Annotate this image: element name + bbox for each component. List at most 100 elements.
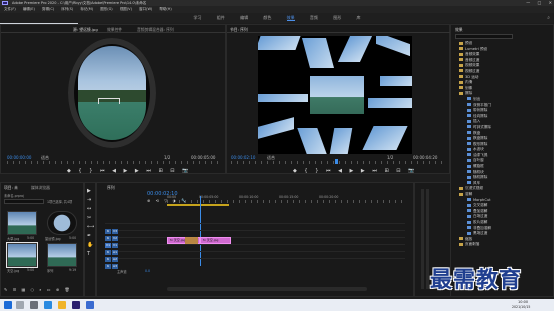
source-time-ruler[interactable] bbox=[7, 161, 221, 164]
effects-item-label: MorphCut bbox=[473, 197, 491, 202]
effects-item-label: 白场过渡 bbox=[473, 214, 488, 219]
timeline-scrollbar[interactable] bbox=[167, 287, 367, 291]
menu-edit[interactable]: 编辑(E) bbox=[23, 7, 35, 11]
master-volume-value[interactable]: 0.0 bbox=[145, 269, 150, 273]
project-search-input[interactable] bbox=[4, 199, 44, 204]
word-icon[interactable] bbox=[86, 301, 94, 309]
close-button[interactable]: ✕ bbox=[549, 0, 552, 5]
menu-graphics[interactable]: 图形(G) bbox=[100, 7, 112, 11]
workspace-audio[interactable]: 音频 bbox=[310, 15, 318, 20]
effects-item-label: 音频效果 bbox=[465, 52, 480, 57]
tab-divider bbox=[227, 32, 451, 33]
workspace-color[interactable]: 颜色 bbox=[263, 15, 271, 20]
workspace-editing[interactable]: 编辑 bbox=[240, 15, 248, 20]
effects-item-label: 百叶窗 bbox=[473, 158, 484, 163]
folder-icon bbox=[459, 80, 463, 84]
program-timecode-current[interactable]: 00:00:02:10 bbox=[231, 155, 255, 160]
effects-item-label: 交叉溶解 bbox=[473, 203, 488, 208]
program-playhead[interactable] bbox=[335, 159, 338, 164]
menu-marker[interactable]: 标记(M) bbox=[80, 7, 93, 11]
menu-clip[interactable]: 剪辑(C) bbox=[42, 7, 54, 11]
effect-icon bbox=[467, 119, 471, 123]
project-item-thumbnail[interactable] bbox=[47, 211, 77, 235]
folder-icon bbox=[459, 63, 463, 67]
effects-item-label: 缩放 bbox=[465, 236, 473, 241]
tools-panel: ▶ ⇥ ↔ ✂ ⟷ ✒ ✋ T bbox=[84, 182, 96, 297]
menu-view[interactable]: 视图(V) bbox=[120, 7, 132, 11]
effect-icon bbox=[467, 164, 471, 168]
task-view-icon[interactable] bbox=[30, 301, 38, 309]
search-icon[interactable] bbox=[16, 301, 24, 309]
transition-marker[interactable] bbox=[185, 237, 198, 244]
search-icon[interactable]: ⌕ bbox=[547, 15, 550, 21]
effect-icon bbox=[467, 181, 471, 185]
effects-item-label: 划像 bbox=[465, 85, 473, 90]
edge-icon[interactable] bbox=[44, 301, 52, 309]
workspace-libraries[interactable]: 库 bbox=[356, 15, 360, 20]
folder-icon bbox=[459, 58, 463, 62]
project-item-name: 大草.jpg bbox=[7, 237, 20, 241]
tab-timeline-sequence[interactable]: 序列 bbox=[107, 185, 115, 191]
minimize-button[interactable]: — bbox=[526, 0, 530, 5]
effect-icon bbox=[467, 198, 471, 202]
premiere-taskbar-icon[interactable] bbox=[72, 301, 80, 309]
effects-item-label: 棋盘 bbox=[473, 130, 481, 135]
premiere-app-icon bbox=[2, 1, 8, 5]
menu-help[interactable]: 帮助(H) bbox=[159, 7, 171, 11]
windows-start-icon[interactable] bbox=[4, 301, 12, 309]
source-resolution-select[interactable]: 1/2 bbox=[164, 155, 170, 160]
effects-search-input[interactable] bbox=[455, 34, 513, 39]
track-list: 6 V3 6 V2 V1 V1 6 A1 6 A2 6 A3 bbox=[105, 217, 405, 269]
effects-item-label: 视频效果 bbox=[465, 63, 480, 68]
timeline-clip[interactable]: fx 天空.jpg bbox=[200, 237, 231, 244]
ruler-label: 00:00:10:00 bbox=[239, 195, 259, 199]
effect-icon bbox=[467, 226, 471, 230]
maximize-button[interactable]: □ bbox=[538, 0, 542, 5]
effects-item-label: 视频过渡 bbox=[465, 68, 480, 73]
tab-divider bbox=[1, 32, 227, 33]
folder-icon bbox=[459, 242, 463, 246]
source-timecode-current[interactable]: 00:00:00:00 bbox=[7, 155, 31, 160]
effect-icon bbox=[467, 158, 471, 162]
effects-item-label: 预设 bbox=[465, 41, 473, 45]
project-item-thumbnail[interactable] bbox=[47, 243, 77, 267]
workspace-assembly[interactable]: 组件 bbox=[217, 15, 225, 20]
program-transport-controls[interactable]: ◆ { } ⏮ ◀ ▶ ▶ ⏭ ⊞ ⊟ 📷 bbox=[293, 168, 417, 174]
effect-icon bbox=[467, 103, 471, 107]
effects-item-label: 非叠加溶解 bbox=[473, 225, 491, 230]
program-time-ruler[interactable] bbox=[231, 161, 445, 164]
effect-icon bbox=[467, 114, 471, 118]
tool-icons[interactable]: ▶ ⇥ ↔ ✂ ⟷ ✒ ✋ T bbox=[87, 187, 95, 259]
source-transport-controls[interactable]: ◆ { } ⏮ ◀ ▶ ▶ ⏭ ⊞ ⊟ 📷 bbox=[67, 168, 191, 174]
workspace-bar: 学习 组件 编辑 颜色 效果 音频 图形 库 bbox=[0, 13, 554, 23]
project-item-duration: 5:00 bbox=[27, 268, 35, 272]
project-panel: 项目: 未 媒体浏览器 未命名.prproj 1项已选择, 共4项 大草.jpg… bbox=[0, 182, 84, 297]
track-v1: V1 V1 bbox=[105, 231, 405, 248]
program-resolution-select[interactable]: 1/2 bbox=[387, 155, 393, 160]
effects-panel: 效果 预设 Lumetri 预设 音频效果 音频过渡 视频效果 视频过渡 3D 运动 内滑 划像… bbox=[450, 24, 554, 297]
tab-media-browser[interactable]: 媒体浏览器 bbox=[31, 185, 50, 191]
file-explorer-icon[interactable] bbox=[58, 301, 66, 309]
tab-project[interactable]: 项目: 未 bbox=[4, 185, 18, 191]
project-bottom-toolbar[interactable]: ✎ ☰ ▦ ○ ⌕ ▭ ⊕ 🗑 bbox=[4, 287, 72, 292]
workspace-effects[interactable]: 效果 bbox=[286, 15, 295, 21]
effect-icon bbox=[467, 231, 471, 235]
effects-item-label: 划出 bbox=[473, 96, 481, 101]
workspace-learn[interactable]: 学习 bbox=[194, 15, 202, 20]
timeline-ruler[interactable] bbox=[167, 200, 407, 203]
project-item-thumbnail-selected[interactable] bbox=[6, 242, 38, 268]
project-selection-count: 1项已选择, 共4项 bbox=[47, 200, 73, 204]
menu-window[interactable]: 窗口(W) bbox=[139, 7, 152, 11]
program-preview-image bbox=[258, 36, 412, 154]
project-item-thumbnail[interactable] bbox=[7, 211, 37, 235]
effects-item-label: 随机擦除 bbox=[473, 175, 488, 180]
effects-item-label: 油漆飞溅 bbox=[473, 152, 488, 157]
effects-item-label: Lumetri 预设 bbox=[465, 46, 488, 51]
menu-file[interactable]: 文件(F) bbox=[4, 7, 16, 11]
menu-sequence[interactable]: 序列(S) bbox=[61, 7, 73, 11]
effects-folder[interactable]: 页面剥落 bbox=[455, 242, 551, 248]
effect-icon bbox=[467, 125, 471, 129]
workspace-graphics[interactable]: 图形 bbox=[333, 15, 341, 20]
work-area-bar[interactable] bbox=[167, 204, 229, 206]
effects-item-label: 双侧平推门 bbox=[473, 102, 491, 107]
